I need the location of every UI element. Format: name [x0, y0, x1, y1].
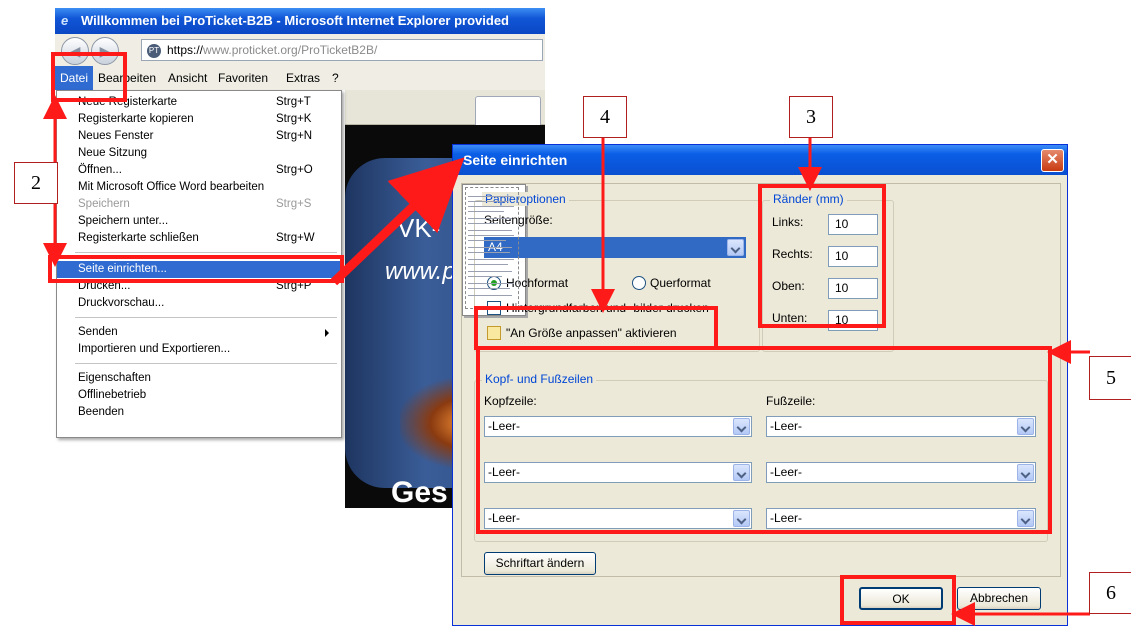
callout-6: 6 — [1089, 572, 1131, 614]
callout-2: 2 — [14, 162, 58, 204]
callout-4: 4 — [583, 96, 627, 138]
callout-5: 5 — [1089, 356, 1131, 400]
arrow-menu-to-dialog — [330, 157, 465, 286]
callout-3: 3 — [789, 96, 833, 138]
annotation-arrows — [40, 95, 1090, 626]
